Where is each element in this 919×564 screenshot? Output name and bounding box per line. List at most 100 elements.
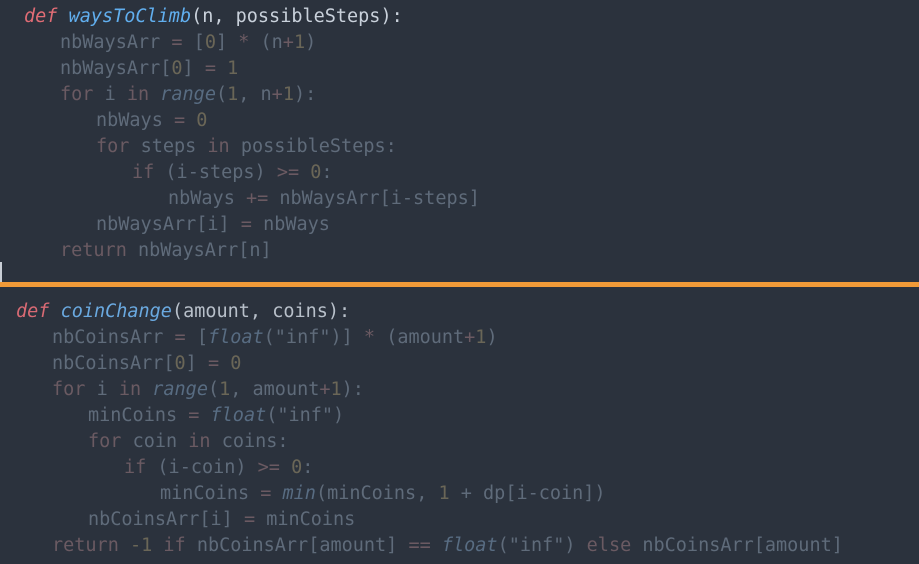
code-token: return <box>52 535 130 556</box>
code-line: for steps in possibleSteps: <box>96 134 397 160</box>
code-token: nbWays <box>263 214 330 235</box>
panel-divider[interactable] <box>0 282 919 287</box>
code-token: ("inf") <box>266 405 345 426</box>
code-line: nbWaysArr = [0] * (n+1) <box>60 30 316 56</box>
code-token: (i-coin) <box>157 457 258 478</box>
code-token: 1 <box>282 84 294 105</box>
code-token: 0 <box>310 162 322 183</box>
code-line: return -1 if nbCoinsArr[amount] == float… <box>52 533 843 559</box>
code-token: + <box>271 84 283 105</box>
code-token: min <box>282 483 316 504</box>
code-token: 0 <box>204 32 216 53</box>
code-token: for <box>96 136 141 157</box>
code-token: + <box>319 379 331 400</box>
code-token: >= <box>257 457 292 478</box>
code-token: ("inf")] <box>263 327 364 348</box>
code-token: nbCoinsArr[amount] <box>196 535 409 556</box>
code-line: minCoins = min(minCoins, 1 + dp[i-coin]) <box>160 481 606 507</box>
code-token: minCoins <box>88 405 189 426</box>
code-line: nbWaysArr[0] = 1 <box>60 56 238 82</box>
code-token: 1 <box>219 379 231 400</box>
code-token: else <box>586 535 643 556</box>
code-token: , n <box>238 84 272 105</box>
code-token: , amount <box>230 379 320 400</box>
code-token: nbWaysArr[i-steps] <box>279 188 480 209</box>
code-token: ] <box>185 353 208 374</box>
code-line: minCoins = float("inf") <box>88 403 344 429</box>
code-token: 0 <box>196 110 208 131</box>
code-token: coin <box>132 431 189 452</box>
code-token: = <box>207 353 231 374</box>
code-token: range <box>152 379 208 400</box>
code-token: minCoins <box>160 483 261 504</box>
code-line: nbCoinsArr[0] = 0 <box>52 351 241 377</box>
code-token: >= <box>276 162 311 183</box>
code-token: 1 <box>293 32 306 53</box>
code-token: nbCoinsArr <box>52 327 175 348</box>
code-token: for <box>88 431 133 452</box>
code-token: minCoins <box>266 509 356 530</box>
code-line: if (i-steps) >= 0: <box>132 160 333 186</box>
code-token: 1 <box>227 58 239 79</box>
code-token: for <box>52 379 97 400</box>
code-token: + <box>464 327 476 348</box>
code-token: coins: <box>221 431 289 452</box>
code-token: * <box>363 327 387 348</box>
code-token: waysToClimb <box>68 6 192 27</box>
code-token: if <box>132 162 166 183</box>
code-line: nbWays = 0 <box>96 108 207 134</box>
code-token: float <box>441 535 498 556</box>
code-token: + <box>282 32 294 53</box>
code-token: = <box>240 214 264 235</box>
code-token: nbWays <box>168 188 246 209</box>
code-token: = <box>260 483 283 504</box>
code-token: nbWays <box>96 110 174 131</box>
code-token: in <box>126 84 161 105</box>
code-token: i <box>96 379 119 400</box>
code-panel-ways-to-climb: def waysToClimb(n, possibleSteps): nbWays… <box>0 0 919 282</box>
code-token: = <box>171 32 194 53</box>
code-token: 0 <box>230 353 242 374</box>
code-token: coinChange <box>60 301 172 322</box>
code-token: (n <box>260 32 283 53</box>
code-token: float <box>207 327 264 348</box>
code-token: i <box>104 84 127 105</box>
code-token: : <box>302 457 314 478</box>
code-line: for i in range(1, n+1): <box>60 82 316 108</box>
code-token: : <box>321 162 333 183</box>
code-token: = <box>188 405 211 426</box>
code-token: 0 <box>174 353 186 374</box>
panel-edge-marker <box>0 262 2 282</box>
code-token: range <box>160 84 216 105</box>
code-token: float <box>210 405 267 426</box>
code-token: in <box>207 136 241 157</box>
code-line: nbWaysArr[i] = nbWays <box>96 212 330 238</box>
code-token: 1 <box>227 84 239 105</box>
code-token: in <box>188 431 222 452</box>
code-token: ( <box>207 379 220 400</box>
code-token: * <box>238 32 261 53</box>
code-token: def <box>16 301 50 322</box>
code-token: ): <box>293 84 317 105</box>
code-token: possibleSteps: <box>240 136 397 157</box>
function-signature-line: def waysToClimb(n, possibleSteps): <box>24 4 403 30</box>
code-token: if <box>124 457 158 478</box>
code-view: def waysToClimb(n, possibleSteps): nbWays… <box>0 0 919 564</box>
code-token: == <box>408 535 442 556</box>
code-token: 0 <box>171 58 183 79</box>
code-token: ): <box>341 379 364 400</box>
code-token: + dp[i-coin]) <box>449 483 606 504</box>
code-token: += <box>245 188 280 209</box>
code-token: for <box>60 84 105 105</box>
code-token: (n, possibleSteps): <box>191 6 403 27</box>
code-line: if (i-coin) >= 0: <box>124 455 313 481</box>
code-token: in <box>118 379 153 400</box>
code-token: (amount <box>386 327 465 348</box>
code-token: = <box>204 58 228 79</box>
code-token: 1 <box>475 327 487 348</box>
code-token: [ <box>196 327 208 348</box>
code-token: nbCoinsArr[amount] <box>642 535 843 556</box>
